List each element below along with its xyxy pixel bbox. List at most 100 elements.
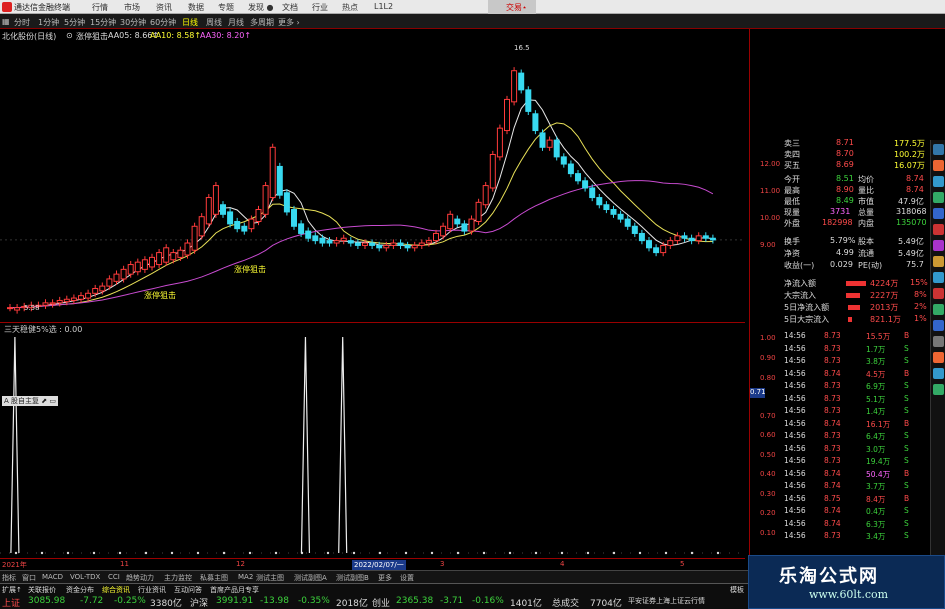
status-tab[interactable]: 扩展↑ [2, 585, 22, 595]
tab-test-sub-b[interactable]: 测试副图B [336, 573, 369, 583]
sidebar-button-icon[interactable] [933, 208, 944, 219]
candlestick-chart[interactable]: 16.5 5.58 涨停狙击 涨停狙击 [0, 42, 745, 322]
tick-cell-d: B [904, 493, 910, 503]
candle [319, 237, 326, 244]
tab-window[interactable]: 窗口 [22, 573, 36, 583]
sidebar-button-icon[interactable] [933, 240, 944, 251]
indicator-label-box[interactable]: A 股自主复 ⬈ ▭ [2, 396, 58, 406]
tick-cell-t: 14:56 [784, 381, 806, 390]
sidebar-button-icon[interactable] [933, 368, 944, 379]
status-tab[interactable]: 关联报价 [28, 585, 56, 595]
sidebar-button-icon[interactable] [933, 304, 944, 315]
sidebar-button-icon[interactable] [933, 224, 944, 235]
candle [582, 180, 589, 189]
candle [433, 232, 439, 242]
candle [404, 244, 411, 249]
period-tab-monthly[interactable]: 月线 [228, 17, 244, 28]
tick-row: 14:56 8.74 4.5万 B [784, 369, 929, 379]
indicator-name[interactable]: 涨停狙击 [76, 31, 108, 42]
sidebar-button-icon[interactable] [933, 144, 944, 155]
sub-dot [170, 551, 174, 555]
tab-ma2[interactable]: MA2 [238, 573, 253, 581]
tab-more[interactable]: 更多 [378, 573, 392, 583]
period-tab-daily[interactable]: 日线 [182, 17, 198, 28]
sidebar-button-icon[interactable] [933, 176, 944, 187]
tab-cci[interactable]: CCI [108, 573, 120, 581]
menu-item-data[interactable]: 数据 [188, 2, 204, 13]
tab-vol[interactable]: VOL-TDX [70, 573, 100, 581]
period-tab-weekly[interactable]: 周线 [206, 17, 222, 28]
tick-cell-t: 14:56 [784, 468, 806, 478]
period-tab-15min[interactable]: 15分钟 [90, 17, 116, 28]
watermark-title: 乐淘公式网 [779, 566, 879, 587]
status-tab[interactable]: 首席产品月专享 [210, 585, 259, 595]
ma30-value: AA30: 8.20↑ [200, 31, 252, 40]
signal-spike [338, 336, 348, 554]
menu-item-l1l2[interactable]: L1L2 [374, 2, 393, 11]
indicator-toggle-icon[interactable]: ⊙ [66, 31, 73, 40]
status-tab[interactable]: 行业资讯 [138, 585, 166, 595]
tab-test-main[interactable]: 测试主图 [256, 573, 284, 583]
candle [120, 268, 127, 280]
period-tab-1min[interactable]: 1分钟 [38, 17, 59, 28]
candle [440, 225, 447, 237]
sub-axis-tick: 0.10 [760, 529, 776, 537]
period-tab-multi[interactable]: 多周期 [250, 17, 274, 28]
sidebar-button-icon[interactable] [933, 272, 944, 283]
status-tab[interactable]: 资金分布 [66, 585, 94, 595]
tick-cell-p: 8.74 [824, 481, 841, 490]
candle [70, 297, 77, 301]
candle [383, 244, 390, 249]
status-tab[interactable]: 综合资讯 [102, 585, 130, 595]
menu-item-news[interactable]: 资讯 [156, 2, 172, 13]
menu-item-market[interactable]: 市场 [124, 2, 140, 13]
menu-item-quotes[interactable]: 行情 [92, 2, 108, 13]
sidebar-button-icon[interactable] [933, 256, 944, 267]
candle [688, 237, 695, 242]
stat-row: 最高 8.90 量比 8.74 [784, 185, 924, 195]
period-tab-5min[interactable]: 5分钟 [64, 17, 85, 28]
tick-cell-d: S [904, 506, 909, 515]
menu-item-docs[interactable]: 文档 [282, 2, 298, 13]
grid-icon[interactable]: ▦ [2, 17, 10, 26]
sidebar-button-icon[interactable] [933, 336, 944, 347]
right-sidebar [930, 140, 945, 570]
sub-dot [482, 551, 486, 555]
sidebar-button-icon[interactable] [933, 352, 944, 363]
tab-indicator[interactable]: 指标 [2, 573, 16, 583]
tab-test-sub-a[interactable]: 测试副图A [294, 573, 327, 583]
cy-index-label: 创业 [372, 599, 391, 609]
sidebar-button-icon[interactable] [933, 320, 944, 331]
period-tab-30min[interactable]: 30分钟 [120, 17, 146, 28]
bid-row-5: 买五 8.69 16.07万 [784, 160, 925, 170]
period-tab-timeshare[interactable]: 分时 [14, 17, 30, 28]
period-tab-more[interactable]: 更多 › [278, 17, 300, 28]
sh-index-amount: 3380亿 [150, 599, 182, 609]
sub-dot [404, 551, 408, 555]
tick-row: 14:56 8.73 1.7万 S [784, 344, 929, 354]
menu-item-industry[interactable]: 行业 [312, 2, 328, 13]
tick-cell-v: 6.3万 [866, 519, 886, 529]
sub-indicator-chart[interactable] [0, 333, 745, 558]
candle [454, 218, 461, 225]
template-button[interactable]: 模板 [730, 585, 744, 595]
tab-trend[interactable]: 趋势动力 [126, 573, 154, 583]
status-tab[interactable]: 互动问答 [174, 585, 202, 595]
sidebar-button-icon[interactable] [933, 384, 944, 395]
tab-macd[interactable]: MACD [42, 573, 63, 581]
sidebar-button-icon[interactable] [933, 192, 944, 203]
sidebar-button-icon[interactable] [933, 288, 944, 299]
menu-item-discover[interactable]: 发现 ● [248, 2, 274, 13]
menu-item-hot[interactable]: 热点 [342, 2, 358, 13]
candle [695, 235, 702, 242]
menu-item-topics[interactable]: 专题 [218, 2, 234, 13]
trade-link[interactable]: 交易⋆ [506, 2, 527, 13]
tab-settings[interactable]: 设置 [400, 573, 414, 583]
candle [205, 197, 212, 225]
sidebar-button-icon[interactable] [933, 160, 944, 171]
price-axis-tick: 10.00 [760, 214, 781, 222]
tab-main-monitor[interactable]: 主力监控 [164, 573, 192, 583]
tick-cell-p: 8.73 [824, 531, 841, 540]
period-tab-60min[interactable]: 60分钟 [150, 17, 176, 28]
tab-private-main[interactable]: 私募主图 [200, 573, 228, 583]
